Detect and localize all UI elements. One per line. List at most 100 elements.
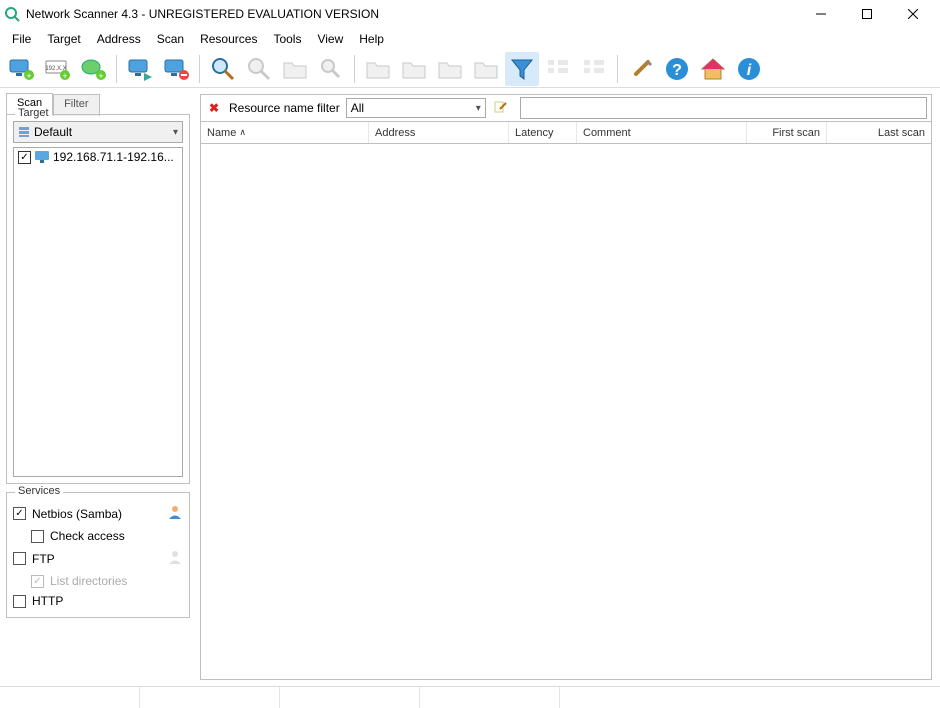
target-list[interactable]: ✓ 192.168.71.1-192.16... [13, 147, 183, 477]
folder-button[interactable] [278, 52, 312, 86]
add-computer-button[interactable]: + [4, 52, 38, 86]
find-next-button[interactable] [242, 52, 276, 86]
check-access-checkbox[interactable] [31, 530, 44, 543]
action-2-button[interactable] [397, 52, 431, 86]
menu-address[interactable]: Address [89, 30, 149, 48]
target-fieldset: Target Default ▾ ✓ 192.168.71.1-192.16..… [6, 114, 190, 484]
col-address[interactable]: Address [369, 122, 509, 143]
tree-2-button[interactable] [577, 52, 611, 86]
menu-file[interactable]: File [4, 30, 39, 48]
help-button[interactable]: ? [660, 52, 694, 86]
toolbar-separator [354, 55, 355, 83]
tree-1-button[interactable] [541, 52, 575, 86]
edit-filter-icon[interactable] [492, 99, 510, 117]
netbios-checkbox[interactable]: ✓ [13, 507, 26, 520]
menu-scan[interactable]: Scan [149, 30, 192, 48]
service-netbios[interactable]: ✓ Netbios (Samba) [13, 501, 183, 526]
ftp-label: FTP [32, 552, 55, 566]
svg-text:?: ? [672, 62, 682, 79]
action-4-button[interactable] [469, 52, 503, 86]
target-row[interactable]: ✓ 192.168.71.1-192.16... [14, 148, 182, 166]
col-first-scan[interactable]: First scan [747, 122, 827, 143]
col-latency[interactable]: Latency [509, 122, 577, 143]
svg-text:+: + [98, 71, 103, 81]
list-icon [18, 126, 30, 138]
minimize-button[interactable] [798, 0, 844, 28]
check-access-label: Check access [50, 529, 125, 543]
target-ip-range: 192.168.71.1-192.16... [53, 150, 174, 164]
titlebar: Network Scanner 4.3 - UNREGISTERED EVALU… [0, 0, 940, 28]
filter-combo[interactable]: All ▾ [346, 98, 486, 118]
svg-text:+: + [62, 71, 67, 81]
menu-target[interactable]: Target [39, 30, 88, 48]
home-button[interactable] [696, 52, 730, 86]
settings-button[interactable] [624, 52, 658, 86]
service-ftp[interactable]: FTP [13, 546, 183, 571]
menu-help[interactable]: Help [351, 30, 392, 48]
add-subnet-button[interactable]: + [76, 52, 110, 86]
status-cell-5 [560, 687, 940, 708]
status-cell-4 [420, 687, 560, 708]
user-icon[interactable] [167, 549, 183, 568]
folder-search-button[interactable] [314, 52, 348, 86]
main: Scan Filter Target Default ▾ ✓ 192.168.7… [0, 88, 940, 686]
info-button[interactable]: i [732, 52, 766, 86]
col-comment[interactable]: Comment [577, 122, 747, 143]
col-last-scan[interactable]: Last scan [827, 122, 931, 143]
scan-button[interactable] [123, 52, 157, 86]
tab-filter[interactable]: Filter [53, 94, 99, 116]
filter-text-field[interactable] [521, 98, 926, 118]
svg-text:+: + [26, 71, 31, 81]
action-3-button[interactable] [433, 52, 467, 86]
app-icon [4, 6, 20, 22]
service-check-access[interactable]: Check access [31, 526, 183, 546]
filter-combo-value: All [351, 101, 364, 115]
toolbar-separator [199, 55, 200, 83]
filter-label: Resource name filter [229, 101, 340, 115]
maximize-button[interactable] [844, 0, 890, 28]
status-cell-3 [280, 687, 420, 708]
http-label: HTTP [32, 594, 63, 608]
find-button[interactable] [206, 52, 240, 86]
netbios-label: Netbios (Samba) [32, 507, 122, 521]
target-checkbox[interactable]: ✓ [18, 151, 31, 164]
clear-filter-icon[interactable]: ✖ [205, 99, 223, 117]
ftp-checkbox[interactable] [13, 552, 26, 565]
monitor-icon [35, 151, 49, 163]
target-combo-label: Default [34, 125, 72, 139]
results-grid[interactable] [200, 144, 932, 680]
target-legend: Target [15, 107, 52, 119]
filter-funnel-button[interactable] [505, 52, 539, 86]
toolbar-separator [116, 55, 117, 83]
services-fieldset: Services ✓ Netbios (Samba) Check access … [6, 492, 190, 618]
menu-view[interactable]: View [309, 30, 351, 48]
list-directories-label: List directories [50, 574, 127, 588]
user-icon[interactable] [167, 504, 183, 523]
status-cell-1 [0, 687, 140, 708]
status-bar [0, 686, 940, 708]
close-button[interactable] [890, 0, 936, 28]
svg-text:i: i [747, 62, 752, 79]
left-pane: Scan Filter Target Default ▾ ✓ 192.168.7… [0, 88, 196, 686]
stop-scan-button[interactable] [159, 52, 193, 86]
list-directories-checkbox: ✓ [31, 575, 44, 588]
filter-input[interactable] [520, 97, 927, 119]
menu-resources[interactable]: Resources [192, 30, 265, 48]
window-title: Network Scanner 4.3 - UNREGISTERED EVALU… [26, 7, 798, 21]
service-http[interactable]: HTTP [13, 591, 183, 611]
action-1-button[interactable] [361, 52, 395, 86]
services-legend: Services [15, 485, 63, 497]
target-combo[interactable]: Default ▾ [13, 121, 183, 143]
sort-asc-icon: ∧ [239, 127, 246, 138]
http-checkbox[interactable] [13, 595, 26, 608]
add-range-button[interactable]: 192.X.X+ [40, 52, 74, 86]
col-name[interactable]: Name ∧ [201, 122, 369, 143]
toolbar-separator [617, 55, 618, 83]
right-pane: ✖ Resource name filter All ▾ Name ∧ Addr… [196, 88, 940, 686]
chevron-down-icon: ▾ [476, 103, 481, 114]
menubar: File Target Address Scan Resources Tools… [0, 28, 940, 50]
menu-tools[interactable]: Tools [265, 30, 309, 48]
status-cell-2 [140, 687, 280, 708]
service-list-directories: ✓ List directories [31, 571, 183, 591]
results-header: Name ∧ Address Latency Comment First sca… [200, 122, 932, 144]
